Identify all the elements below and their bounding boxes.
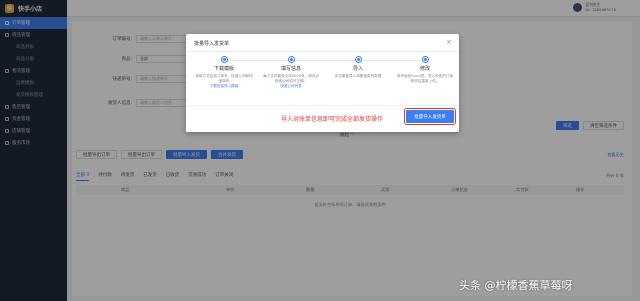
download-template-link[interactable]: 下载批量导入模版 xyxy=(195,84,253,89)
step-dot-icon xyxy=(355,57,361,62)
watermark: 头条 @柠檬香蕉草莓呀 xyxy=(459,279,573,292)
step-desc: 参考返回Excel表，导入失败的订单修改后重新上传。 xyxy=(396,74,454,83)
step-dot-icon xyxy=(422,57,428,62)
import-shipment-button[interactable]: 批量导入发货单 xyxy=(404,108,456,125)
step-title: 填写信息 xyxy=(280,66,301,72)
step-dot-icon xyxy=(288,57,294,62)
step-modify: 修改 参考返回Excel表，导入失败的订单修改后重新上传。 xyxy=(396,57,454,84)
annotation-text: 导入对账单信息即可完成全部发货操作 xyxy=(281,116,384,123)
step-desc: 每个文件最多支持5000条，请务必快递公司填写正确。 xyxy=(263,74,319,83)
step-title: 导入 xyxy=(352,66,363,72)
modal-title: 批量导入发货单 xyxy=(194,41,230,47)
divider xyxy=(186,105,459,106)
courier-list-link[interactable]: 快递公司列表 xyxy=(262,84,320,89)
step-desc: 多次覆盖导入将覆盖原有数据 xyxy=(334,74,382,78)
step-import: 导入 多次覆盖导入将覆盖原有数据 xyxy=(329,57,387,79)
step-title: 修改 xyxy=(419,66,430,72)
step-dot-icon xyxy=(221,57,227,62)
import-modal: 批量导入发货单 × 下载模版 按填方式包括订单号、快递公司和快递单号 下载批量导… xyxy=(186,34,459,132)
steps-connector xyxy=(223,60,423,61)
step-desc: 按填方式包括订单号、快递公司和快递单号 xyxy=(195,74,253,83)
step-title: 下载模版 xyxy=(213,66,234,72)
step-download: 下载模版 按填方式包括订单号、快递公司和快递单号 下载批量导入模版 xyxy=(195,57,253,89)
divider xyxy=(186,51,459,52)
step-fill: 填写信息 每个文件最多支持5000条，请务必快递公司填写正确。 快递公司列表 xyxy=(262,57,320,89)
close-icon[interactable]: × xyxy=(446,38,452,46)
